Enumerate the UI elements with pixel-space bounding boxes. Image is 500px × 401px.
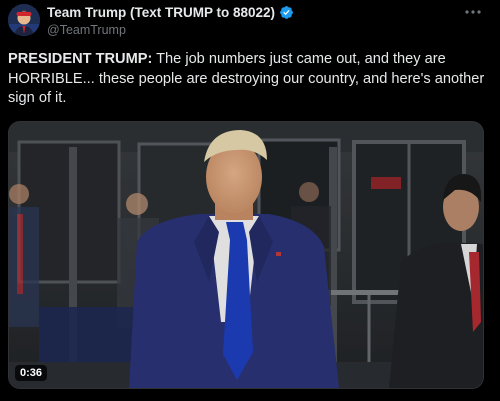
verified-badge-icon [279,5,294,20]
display-name[interactable]: Team Trump (Text TRUMP to 88022) [47,5,275,20]
tweet-bold-lead: PRESIDENT TRUMP: [8,51,153,67]
more-options-icon[interactable] [464,6,482,18]
avatar-image [8,4,40,36]
tweet-card[interactable]: Team Trump (Text TRUMP to 88022) @TeamTr… [0,0,500,401]
author-handle[interactable]: @TeamTrump [47,23,126,37]
author-name-row[interactable]: Team Trump (Text TRUMP to 88022) [47,5,294,20]
video-player[interactable]: 0:36 [8,121,484,389]
tweet-text: PRESIDENT TRUMP: The job numbers just ca… [8,50,492,109]
video-frame [9,122,483,388]
avatar[interactable] [8,4,40,36]
video-duration-badge: 0:36 [15,365,48,381]
